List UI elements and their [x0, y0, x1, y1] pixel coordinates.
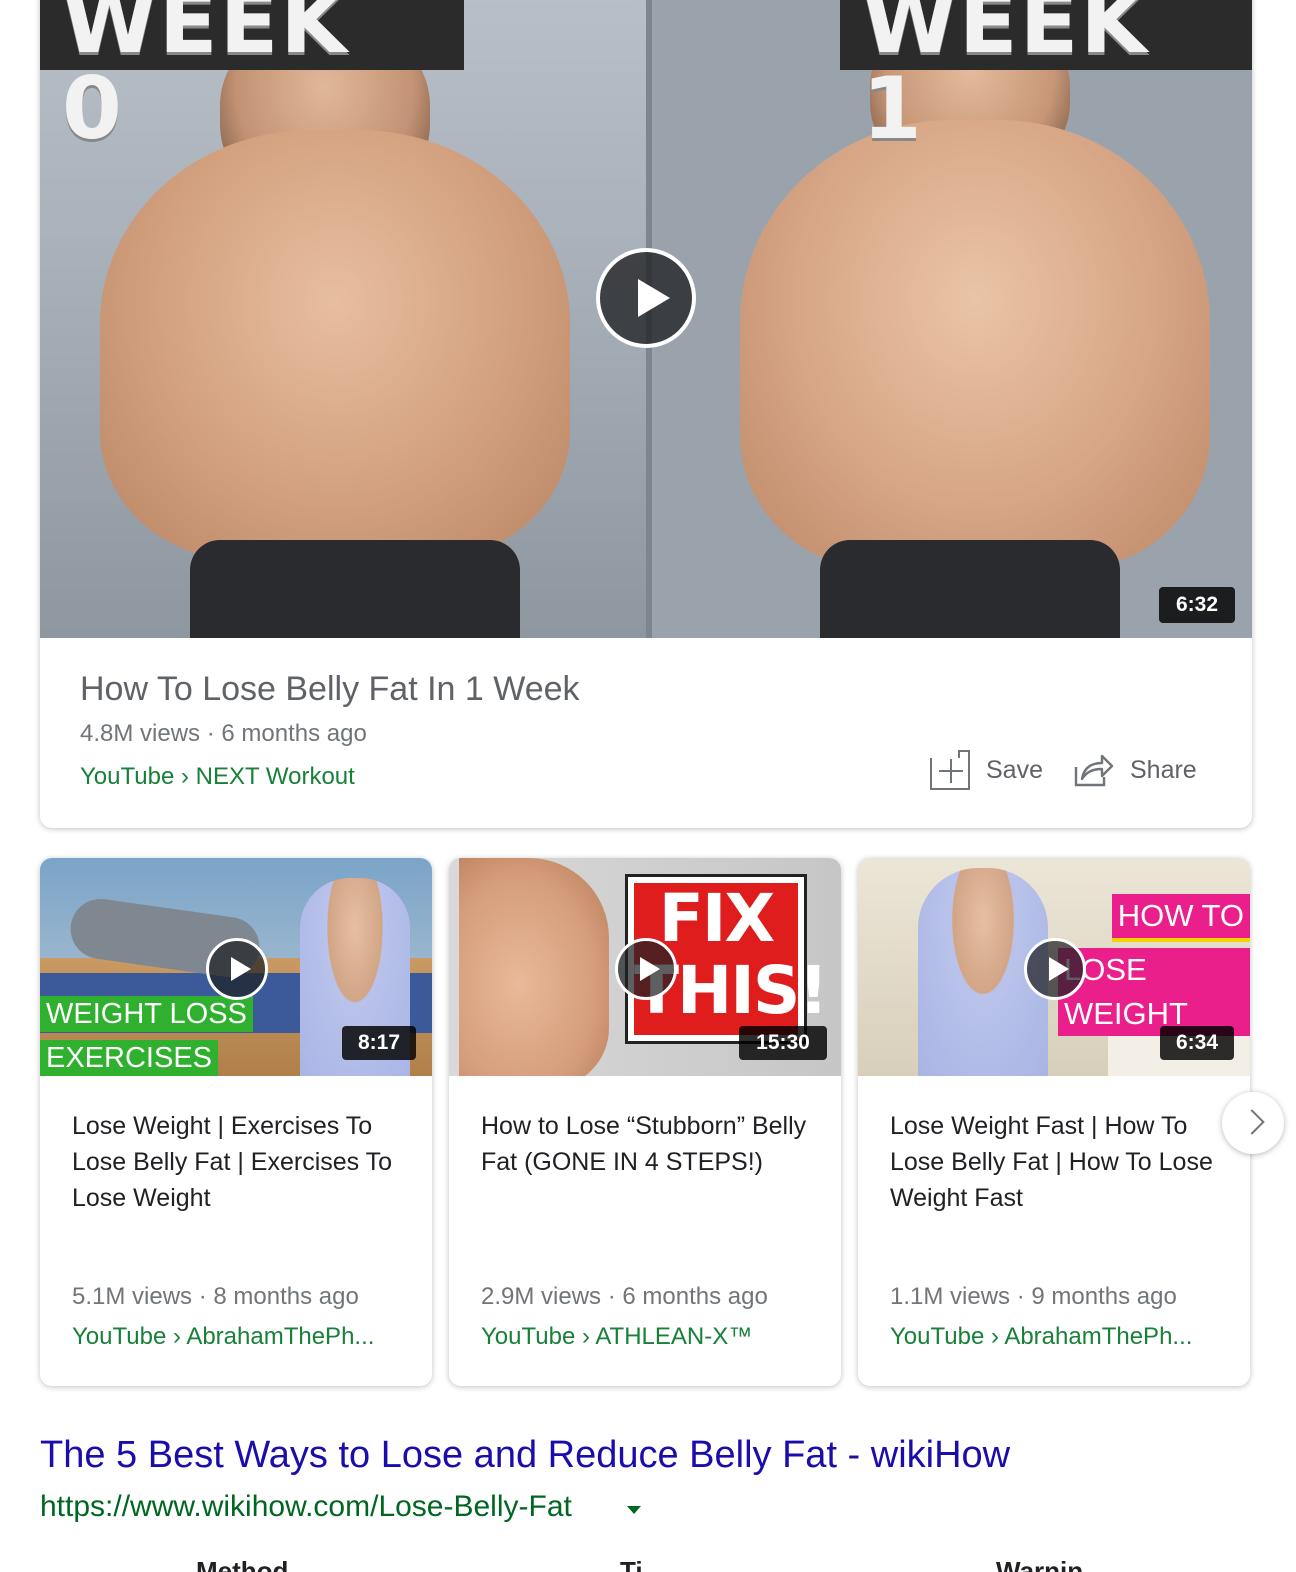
video-thumbnail[interactable]: FIX THIS! 15:30: [449, 858, 841, 1076]
result-tab-label[interactable]: Method: [196, 1556, 288, 1572]
thumbnail-figure-torso: [100, 130, 570, 560]
video-duration: 8:17: [342, 1026, 416, 1060]
play-icon[interactable]: [206, 938, 268, 1000]
video-thumbnail[interactable]: HOW TO LOSE WEIGHT 6:34: [858, 858, 1250, 1076]
featured-video-card[interactable]: WEEK 0 WEEK 1 6:32 How To Lose Belly Fat…: [40, 0, 1252, 828]
thumbnail-left-panel: WEEK 0: [40, 0, 648, 638]
video-meta: 4.8M views · 6 months ago: [80, 720, 367, 747]
result-tab-label[interactable]: Warnin: [996, 1556, 1083, 1572]
video-card[interactable]: WEIGHT LOSS EXERCISES 8:17 Lose Weight |…: [40, 858, 432, 1386]
caret-down-icon[interactable]: [627, 1506, 641, 1514]
save-label: Save: [986, 755, 1043, 784]
thumbnail-caption: EXERCISES: [40, 1040, 218, 1076]
thumbnail-figure-shorts: [190, 540, 520, 638]
thumbnail-figure: [459, 858, 609, 1076]
video-title[interactable]: Lose Weight Fast | How To Lose Belly Fat…: [890, 1108, 1230, 1216]
week-1-caption: WEEK 1: [840, 0, 1252, 152]
video-meta: 1.1M views · 9 months ago: [890, 1283, 1177, 1310]
result-title-link[interactable]: The 5 Best Ways to Lose and Reduce Belly…: [40, 1434, 1010, 1477]
video-card[interactable]: FIX THIS! 15:30 How to Lose “Stubborn” B…: [449, 858, 841, 1386]
share-label: Share: [1130, 755, 1197, 784]
video-title[interactable]: How to Lose “Stubborn” Belly Fat (GONE I…: [481, 1108, 821, 1180]
play-icon[interactable]: [615, 938, 677, 1000]
video-meta: 2.9M views · 6 months ago: [481, 1283, 768, 1310]
share-button[interactable]: Share: [1074, 748, 1197, 792]
add-to-playlist-icon: [930, 750, 970, 790]
video-thumbnail[interactable]: WEIGHT LOSS EXERCISES 8:17: [40, 858, 432, 1076]
week-0-caption: WEEK 0: [40, 0, 464, 152]
video-meta: 5.1M views · 8 months ago: [72, 1283, 359, 1310]
thumbnail-caption: HOW TO: [1111, 894, 1250, 942]
thumbnail-figure-torso: [740, 120, 1210, 570]
video-source[interactable]: YouTube › NEXT Workout: [80, 763, 355, 791]
carousel-next-button[interactable]: [1222, 1092, 1284, 1154]
save-button[interactable]: Save: [930, 748, 1043, 792]
thumbnail-caption: LOSE WEIGHT: [1058, 948, 1250, 1036]
video-card[interactable]: HOW TO LOSE WEIGHT 6:34 Lose Weight Fast…: [858, 858, 1250, 1386]
video-duration: 6:32: [1159, 587, 1235, 623]
share-icon: [1074, 754, 1114, 787]
video-source[interactable]: YouTube › AbrahamThePh...: [72, 1323, 374, 1351]
video-duration: 6:34: [1160, 1026, 1234, 1060]
result-url[interactable]: https://www.wikihow.com/Lose-Belly-Fat: [40, 1490, 572, 1524]
play-icon[interactable]: [596, 248, 696, 348]
thumbnail-caption: WEIGHT LOSS: [40, 996, 253, 1032]
video-title[interactable]: How To Lose Belly Fat In 1 Week: [80, 670, 580, 709]
play-icon[interactable]: [1024, 938, 1086, 1000]
video-source[interactable]: YouTube › ATHLEAN-X™: [481, 1323, 752, 1351]
video-source[interactable]: YouTube › AbrahamThePh...: [890, 1323, 1192, 1351]
video-title[interactable]: Lose Weight | Exercises To Lose Belly Fa…: [72, 1108, 412, 1216]
thumbnail-figure-shorts: [820, 540, 1120, 638]
video-duration: 15:30: [739, 1026, 827, 1060]
result-tab-label[interactable]: Ti: [620, 1556, 643, 1572]
featured-video-thumbnail[interactable]: WEEK 0 WEEK 1 6:32: [40, 0, 1252, 638]
